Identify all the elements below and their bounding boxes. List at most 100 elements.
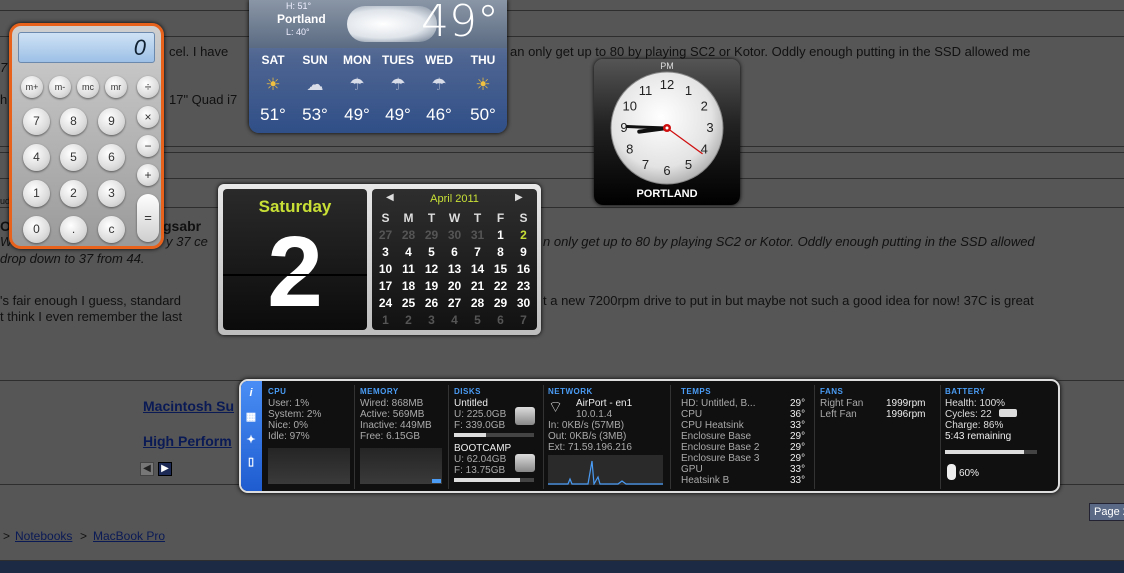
calendar-day[interactable]: 4 — [397, 245, 420, 259]
calendar-day[interactable]: 30 — [512, 296, 535, 310]
calendar-day[interactable]: 31 — [466, 228, 489, 242]
clock-numeral: 10 — [623, 99, 637, 114]
multiply-button[interactable]: × — [137, 106, 159, 128]
calendar-day[interactable]: 26 — [420, 296, 443, 310]
calendar-day[interactable]: 28 — [397, 228, 420, 242]
disk-name: BOOTCAMP — [454, 443, 512, 454]
calendar-day[interactable]: 25 — [397, 296, 420, 310]
page-button[interactable]: Page 2 — [1089, 503, 1124, 521]
breadcrumb-macbook-pro[interactable]: MacBook Pro — [93, 529, 165, 543]
istat-widget[interactable]: i ▦ ✦ ▯ CPU User: 1% System: 2% Nice: 0%… — [239, 379, 1060, 493]
disk-free: F: 339.0GB — [454, 420, 506, 431]
memory-add-button[interactable]: m+ — [21, 76, 43, 98]
calendar-day[interactable]: 6 — [443, 245, 466, 259]
calendar-day[interactable]: 4 — [443, 313, 466, 327]
calendar-day[interactable]: 3 — [420, 313, 443, 327]
digit-1-button[interactable]: 1 — [23, 180, 50, 207]
calendar-day[interactable]: 10 — [374, 262, 397, 276]
digit-9-button[interactable]: 9 — [98, 108, 125, 135]
calendar-day[interactable]: 6 — [489, 313, 512, 327]
sun-rain-icon: ☀ — [265, 75, 281, 94]
calendar-day[interactable]: 9 — [512, 245, 535, 259]
weekday-header: F — [496, 211, 505, 225]
divide-button[interactable]: ÷ — [137, 76, 159, 98]
calendar-day[interactable]: 27 — [374, 228, 397, 242]
memory-subtract-button[interactable]: m- — [49, 76, 71, 98]
fan-speed: 1996rpm — [886, 409, 926, 420]
forum-link[interactable]: Macintosh Su — [143, 398, 234, 414]
calendar-day[interactable]: 20 — [443, 279, 466, 293]
breadcrumb-notebooks[interactable]: Notebooks — [15, 529, 72, 543]
calendar-day[interactable]: 24 — [374, 296, 397, 310]
calendar-day[interactable]: 3 — [374, 245, 397, 259]
temp-sensor-value: 29° — [790, 453, 806, 464]
calendar-day[interactable]: 15 — [489, 262, 512, 276]
calendar-day[interactable]: 5 — [466, 313, 489, 327]
post-text: 17" Quad i7 — [169, 92, 238, 107]
calendar-day[interactable]: 27 — [443, 296, 466, 310]
calendar-day[interactable]: 13 — [443, 262, 466, 276]
weekday-header: M — [403, 211, 414, 225]
calendar-day[interactable]: 17 — [374, 279, 397, 293]
next-month-arrow-icon[interactable]: ▶ — [515, 192, 523, 203]
calendar-day[interactable]: 23 — [512, 279, 535, 293]
memory-wired: Wired: 868MB — [360, 398, 424, 409]
disk-name: Untitled — [454, 398, 488, 409]
calendar-day[interactable]: 18 — [397, 279, 420, 293]
digit-7-button[interactable]: 7 — [23, 108, 50, 135]
prev-page-button[interactable]: ◀ — [140, 462, 154, 476]
clock-numeral: 8 — [626, 142, 633, 157]
network-icon[interactable]: ✦ — [244, 433, 258, 446]
forecast-day: WED — [425, 53, 453, 67]
cpu-idle: Idle: 97% — [268, 431, 310, 442]
weather-widget[interactable]: H: 51° Portland L: 40° 49° SAT SUN MON T… — [249, 0, 507, 133]
clear-button[interactable]: c — [98, 216, 125, 243]
forum-link[interactable]: High Perform — [143, 433, 232, 449]
calendar-widget[interactable]: Saturday 2 ◀ April 2011 ▶ S M T W T F S 27 28 29 3… — [218, 184, 541, 335]
calendar-day[interactable]: 29 — [420, 228, 443, 242]
calendar-day[interactable]: 16 — [512, 262, 535, 276]
post-text: 's fair enough I guess, standard — [0, 293, 181, 308]
calendar-day[interactable]: 8 — [489, 245, 512, 259]
info-icon[interactable]: i — [244, 387, 258, 399]
calendar-day[interactable]: 11 — [397, 262, 420, 276]
calendar-day[interactable]: 21 — [466, 279, 489, 293]
memory-clear-button[interactable]: mc — [77, 76, 99, 98]
digit-3-button[interactable]: 3 — [98, 180, 125, 207]
digit-2-button[interactable]: 2 — [60, 180, 87, 207]
calendar-day[interactable]: 1 — [374, 313, 397, 327]
calculator-icon[interactable]: ▦ — [244, 410, 258, 423]
digit-6-button[interactable]: 6 — [98, 144, 125, 171]
calendar-day[interactable]: 5 — [420, 245, 443, 259]
next-page-button[interactable]: ▶ — [158, 462, 172, 476]
calendar-day[interactable]: 30 — [443, 228, 466, 242]
disk-usage-bar — [454, 433, 534, 437]
calendar-day[interactable]: 2 — [397, 313, 420, 327]
memory-recall-button[interactable]: mr — [105, 76, 127, 98]
calendar-day[interactable]: 7 — [512, 313, 535, 327]
battery-icon[interactable]: ▯ — [244, 455, 258, 468]
calendar-day[interactable]: 22 — [489, 279, 512, 293]
digit-4-button[interactable]: 4 — [23, 144, 50, 171]
decimal-button[interactable]: . — [60, 216, 87, 243]
calendar-day[interactable]: 14 — [466, 262, 489, 276]
disk-used: U: 225.0GB — [454, 409, 507, 420]
clock-face: 12 1234567891011 — [610, 71, 724, 185]
weather-city: Portland — [277, 12, 326, 26]
calendar-day[interactable]: 7 — [466, 245, 489, 259]
temp-sensor-name: HD: Untitled, B... — [681, 398, 756, 409]
digit-5-button[interactable]: 5 — [60, 144, 87, 171]
calendar-day[interactable]: 2 — [512, 228, 535, 242]
subtract-button[interactable]: − — [137, 135, 159, 157]
calendar-day[interactable]: 19 — [420, 279, 443, 293]
add-button[interactable]: + — [137, 164, 159, 186]
equals-button[interactable]: = — [137, 194, 159, 242]
calendar-day[interactable]: 1 — [489, 228, 512, 242]
temp-sensor-name: Enclosure Base — [681, 431, 752, 442]
calendar-day[interactable]: 28 — [466, 296, 489, 310]
calendar-day[interactable]: 29 — [489, 296, 512, 310]
digit-0-button[interactable]: 0 — [23, 216, 50, 243]
world-clock-widget[interactable]: PM 12 1 2 3 4 5 6 7 8 9 10 11 PORTLAND — [594, 59, 740, 205]
digit-8-button[interactable]: 8 — [60, 108, 87, 135]
calendar-day[interactable]: 12 — [420, 262, 443, 276]
